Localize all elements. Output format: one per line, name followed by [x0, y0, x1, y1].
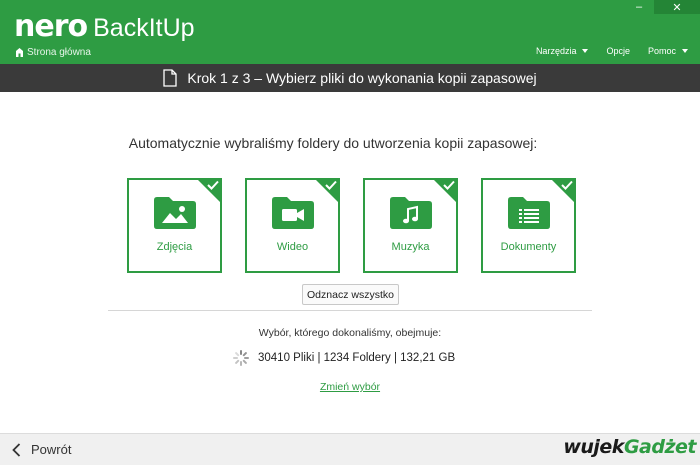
watermark-part-b: Gadżet: [623, 436, 697, 458]
tile-music[interactable]: Muzyka: [363, 178, 458, 273]
video-folder-icon: [271, 197, 314, 229]
music-folder-icon: [389, 197, 432, 229]
tile-music-label: Muzyka: [391, 241, 430, 253]
tile-documents-label: Dokumenty: [500, 241, 557, 253]
chevron-down-icon: [582, 49, 589, 53]
page-headline: Automatycznie wybraliśmy foldery do utwo…: [128, 135, 538, 151]
loading-spinner-icon: [233, 350, 249, 366]
selection-summary-label: Wybór, którego dokonaliśmy, obejmuje:: [258, 327, 442, 339]
home-link-label: Strona główna: [27, 47, 91, 58]
menu-options[interactable]: Opcje: [606, 46, 630, 56]
minimize-button[interactable]: –: [624, 0, 654, 14]
document-folder-icon: [507, 197, 550, 229]
close-button[interactable]: ✕: [654, 0, 700, 14]
app-logo: nero BackItUp: [14, 12, 195, 43]
change-selection-link[interactable]: Zmień wybór: [0, 381, 700, 393]
checkmark-icon: [325, 180, 337, 190]
menu-options-label: Opcje: [606, 46, 630, 56]
menu-tools[interactable]: Narzędzia: [536, 46, 589, 56]
folder-tiles: Zdjęcia Wideo Muzyka Dokumenty: [127, 178, 576, 273]
app-header: nero BackItUp Strona główna – ✕ Narzędzi…: [0, 0, 700, 64]
tile-video-label: Wideo: [276, 241, 309, 253]
back-button[interactable]: Powrót: [12, 442, 71, 457]
checkmark-icon: [443, 180, 455, 190]
checkmark-icon: [561, 180, 573, 190]
tile-documents[interactable]: Dokumenty: [481, 178, 576, 273]
watermark-logo: wujekGadżet: [563, 436, 696, 458]
top-menu: Narzędzia Opcje Pomoc: [536, 46, 688, 56]
step-title: Krok 1 z 3 – Wybierz pliki do wykonania …: [187, 70, 537, 86]
back-button-label: Powrót: [31, 442, 72, 457]
logo-brand: nero: [14, 9, 88, 44]
menu-help-label: Pomoc: [647, 46, 676, 56]
selection-stats-text: 30410 Pliki | 1234 Foldery | 132,21 GB: [258, 352, 456, 364]
footer-bar: Powrót wujekGadżet: [0, 433, 700, 465]
document-icon: [163, 69, 178, 87]
tile-photos-label: Zdjęcia: [156, 241, 193, 253]
menu-tools-label: Narzędzia: [535, 46, 577, 56]
checkmark-icon: [207, 180, 219, 190]
menu-help[interactable]: Pomoc: [648, 46, 688, 56]
step-bar: Krok 1 z 3 – Wybierz pliki do wykonania …: [0, 64, 700, 92]
tile-photos[interactable]: Zdjęcia: [127, 178, 222, 273]
selection-stats: 30410 Pliki | 1234 Foldery | 132,21 GB: [233, 350, 455, 366]
home-icon: [16, 48, 23, 57]
home-link[interactable]: Strona główna: [16, 47, 91, 58]
deselect-all-button[interactable]: Odznacz wszystko: [302, 284, 399, 305]
chevron-left-icon: [12, 442, 21, 457]
logo-product: BackItUp: [93, 14, 195, 42]
watermark-part-a: wujek: [563, 436, 624, 458]
tile-video[interactable]: Wideo: [245, 178, 340, 273]
window-controls: – ✕: [624, 0, 700, 14]
photo-folder-icon: [153, 197, 196, 229]
divider: [108, 310, 592, 311]
chevron-down-icon: [682, 49, 688, 53]
